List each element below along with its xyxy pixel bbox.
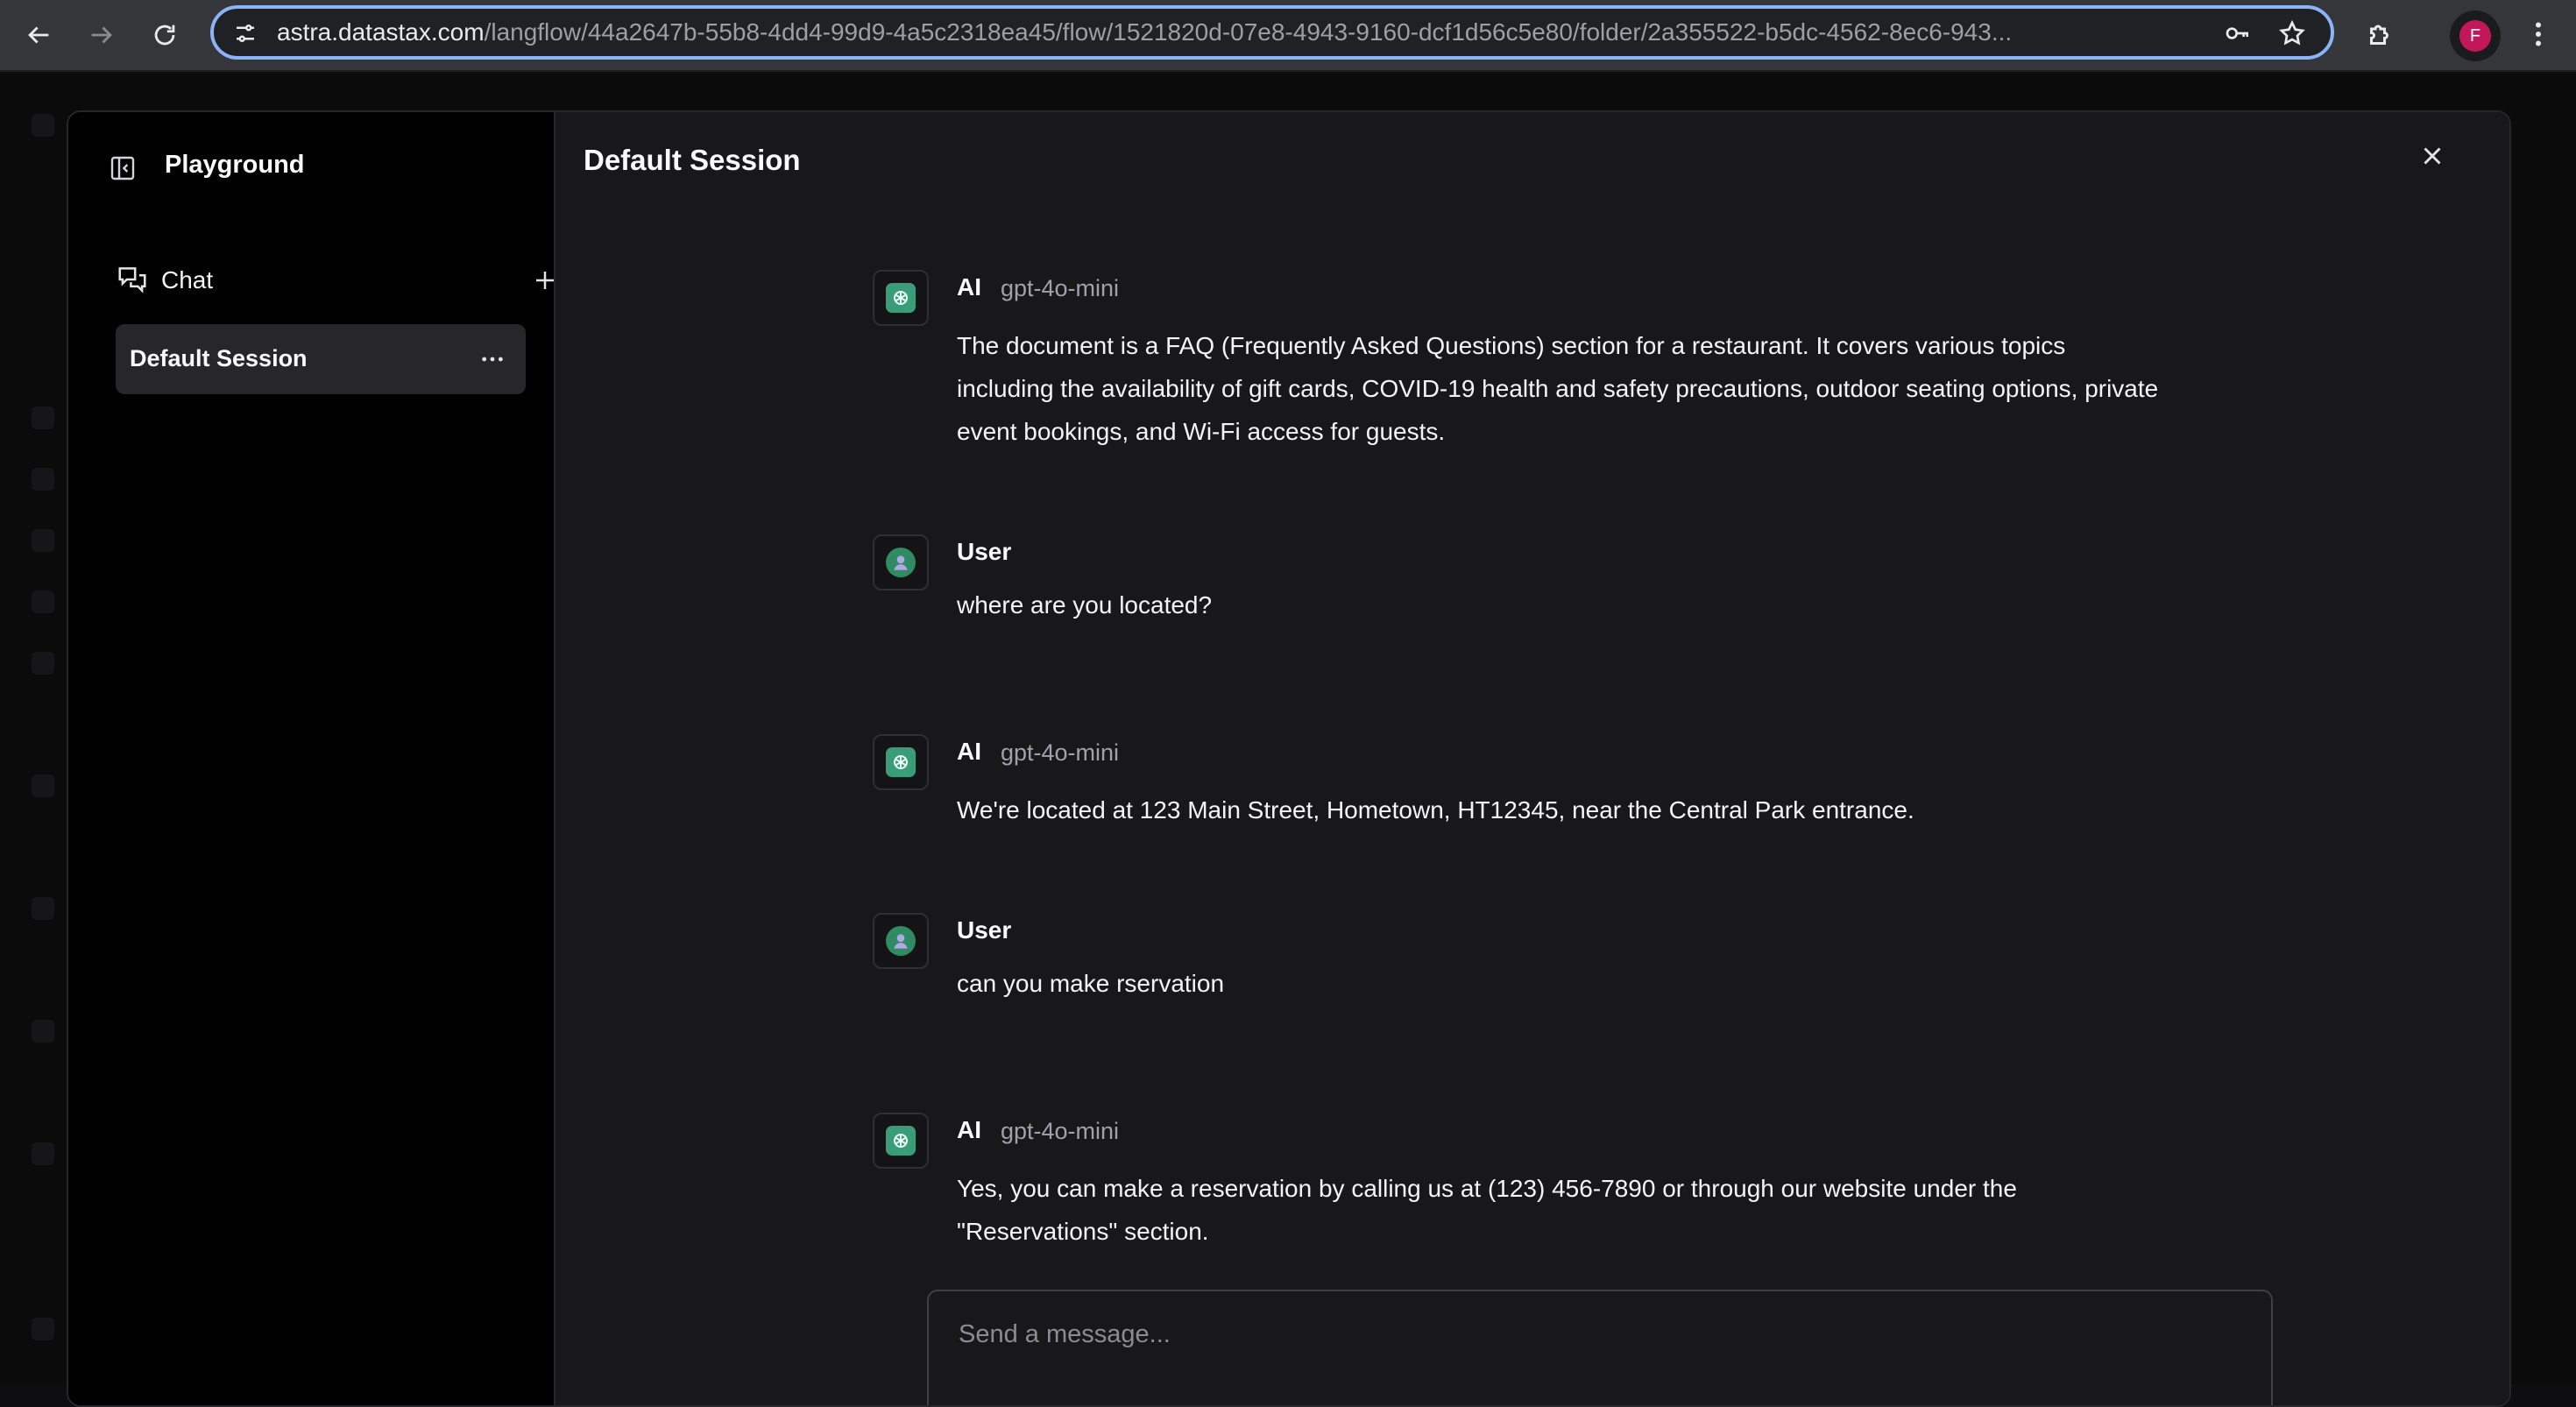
sidebar-title: Playground: [165, 151, 305, 179]
chat-section-label: Chat: [161, 266, 214, 293]
openai-logo-icon: [894, 291, 908, 305]
address-bar[interactable]: astra.datastax.com/langflow/44a2647b-55b…: [210, 5, 2334, 60]
user-icon: [894, 555, 908, 570]
message-text: can you make rservation: [957, 970, 1225, 997]
reload-button[interactable]: [144, 14, 186, 56]
session-item-label: Default Session: [130, 345, 308, 371]
arrow-right-icon: [91, 26, 112, 44]
message-input[interactable]: [957, 1314, 2236, 1354]
extensions-button[interactable]: [2359, 12, 2403, 56]
profile-button[interactable]: F: [2450, 11, 2501, 61]
user-icon: [894, 934, 908, 949]
message-composer: [927, 1290, 2273, 1405]
bookmark-button[interactable]: [2275, 16, 2310, 51]
message-text: We're located at 123 Main Street, Hometo…: [957, 796, 1914, 824]
sidebar-toggle-button[interactable]: [107, 152, 138, 184]
chat-section-header: Chat: [116, 263, 554, 301]
background-app-icon: [32, 407, 54, 429]
openai-logo-icon: [894, 1134, 908, 1148]
message-sender: AI: [957, 738, 981, 765]
user-avatar: [873, 534, 929, 590]
background-app-icon: [32, 468, 54, 491]
url-path: /langflow/44a2647b-55b8-4dd4-99d9-4a5c23…: [484, 18, 2013, 46]
message-sender: User: [957, 916, 1012, 944]
message-text: Yes, you can make a reservation by calli…: [957, 1175, 2017, 1245]
chat-message-ai: AI gpt-4o-mini We're located at 123 Main…: [873, 734, 2169, 839]
message-sender: User: [957, 538, 1012, 565]
puzzle-icon: [2370, 25, 2388, 45]
reload-icon: [154, 25, 175, 46]
arrow-left-icon: [28, 26, 49, 44]
session-item-default[interactable]: Default Session: [116, 324, 526, 394]
chat-message-user: User where are you located?: [873, 534, 2169, 640]
background-app-icon: [32, 1020, 54, 1043]
kebab-menu-icon: [2536, 22, 2541, 46]
message-sender: AI: [957, 1116, 981, 1143]
site-info-button[interactable]: [228, 16, 263, 51]
chat-message-ai: AI gpt-4o-mini The document is a FAQ (Fr…: [873, 270, 2169, 445]
back-button[interactable]: [18, 14, 60, 56]
chat-message-user: User can you make rservation: [873, 913, 2169, 1018]
background-app-icon: [32, 1142, 54, 1165]
ai-avatar: [873, 1113, 929, 1169]
star-icon: [2279, 19, 2305, 46]
close-button[interactable]: [2413, 137, 2452, 175]
browser-toolbar: astra.datastax.com/langflow/44a2647b-55b…: [0, 0, 2576, 72]
panel-left-close-icon: [110, 156, 135, 180]
session-title: Default Session: [584, 144, 801, 176]
password-key-button[interactable]: [2220, 16, 2255, 51]
close-icon: [2424, 147, 2441, 165]
background-app-icon: [32, 114, 54, 137]
url-text: astra.datastax.com/langflow/44a2647b-55b…: [277, 9, 2415, 56]
message-text: where are you located?: [957, 591, 1213, 619]
background-app-icon: [32, 774, 54, 797]
profile-avatar: F: [2459, 20, 2491, 52]
background-app-icon: [32, 529, 54, 552]
key-icon: [2226, 27, 2248, 39]
background-app-icon: [32, 590, 54, 613]
background-app-icon: [32, 897, 54, 920]
more-horizontal-icon: [482, 357, 503, 362]
url-host: astra.datastax.com: [277, 18, 485, 46]
user-avatar: [873, 913, 929, 969]
playground-sidebar: Playground Chat Default Session: [68, 112, 556, 1405]
background-app-icon: [32, 652, 54, 675]
plus-icon: [536, 272, 554, 289]
playground-modal: Playground Chat Default Session Default …: [67, 110, 2511, 1407]
background-app-icon: [32, 1318, 54, 1340]
tune-icon: [237, 25, 254, 42]
message-model: gpt-4o-mini: [1001, 1118, 1120, 1144]
message-model: gpt-4o-mini: [1001, 275, 1120, 301]
browser-menu-button[interactable]: [2516, 12, 2560, 56]
ai-avatar: [873, 734, 929, 790]
forward-button[interactable]: [81, 14, 123, 56]
chat-bubbles-icon: [116, 263, 151, 298]
message-text: The document is a FAQ (Frequently Asked …: [957, 332, 2159, 445]
session-options-button[interactable]: [475, 342, 510, 377]
chat-message-ai: AI gpt-4o-mini Yes, you can make a reser…: [873, 1113, 2169, 1253]
chat-panel: Default Session AI gpt-4o-mini The docum…: [556, 112, 2509, 1405]
openai-logo-icon: [894, 755, 908, 769]
message-sender: AI: [957, 273, 981, 300]
ai-avatar: [873, 270, 929, 326]
message-model: gpt-4o-mini: [1001, 739, 1120, 766]
